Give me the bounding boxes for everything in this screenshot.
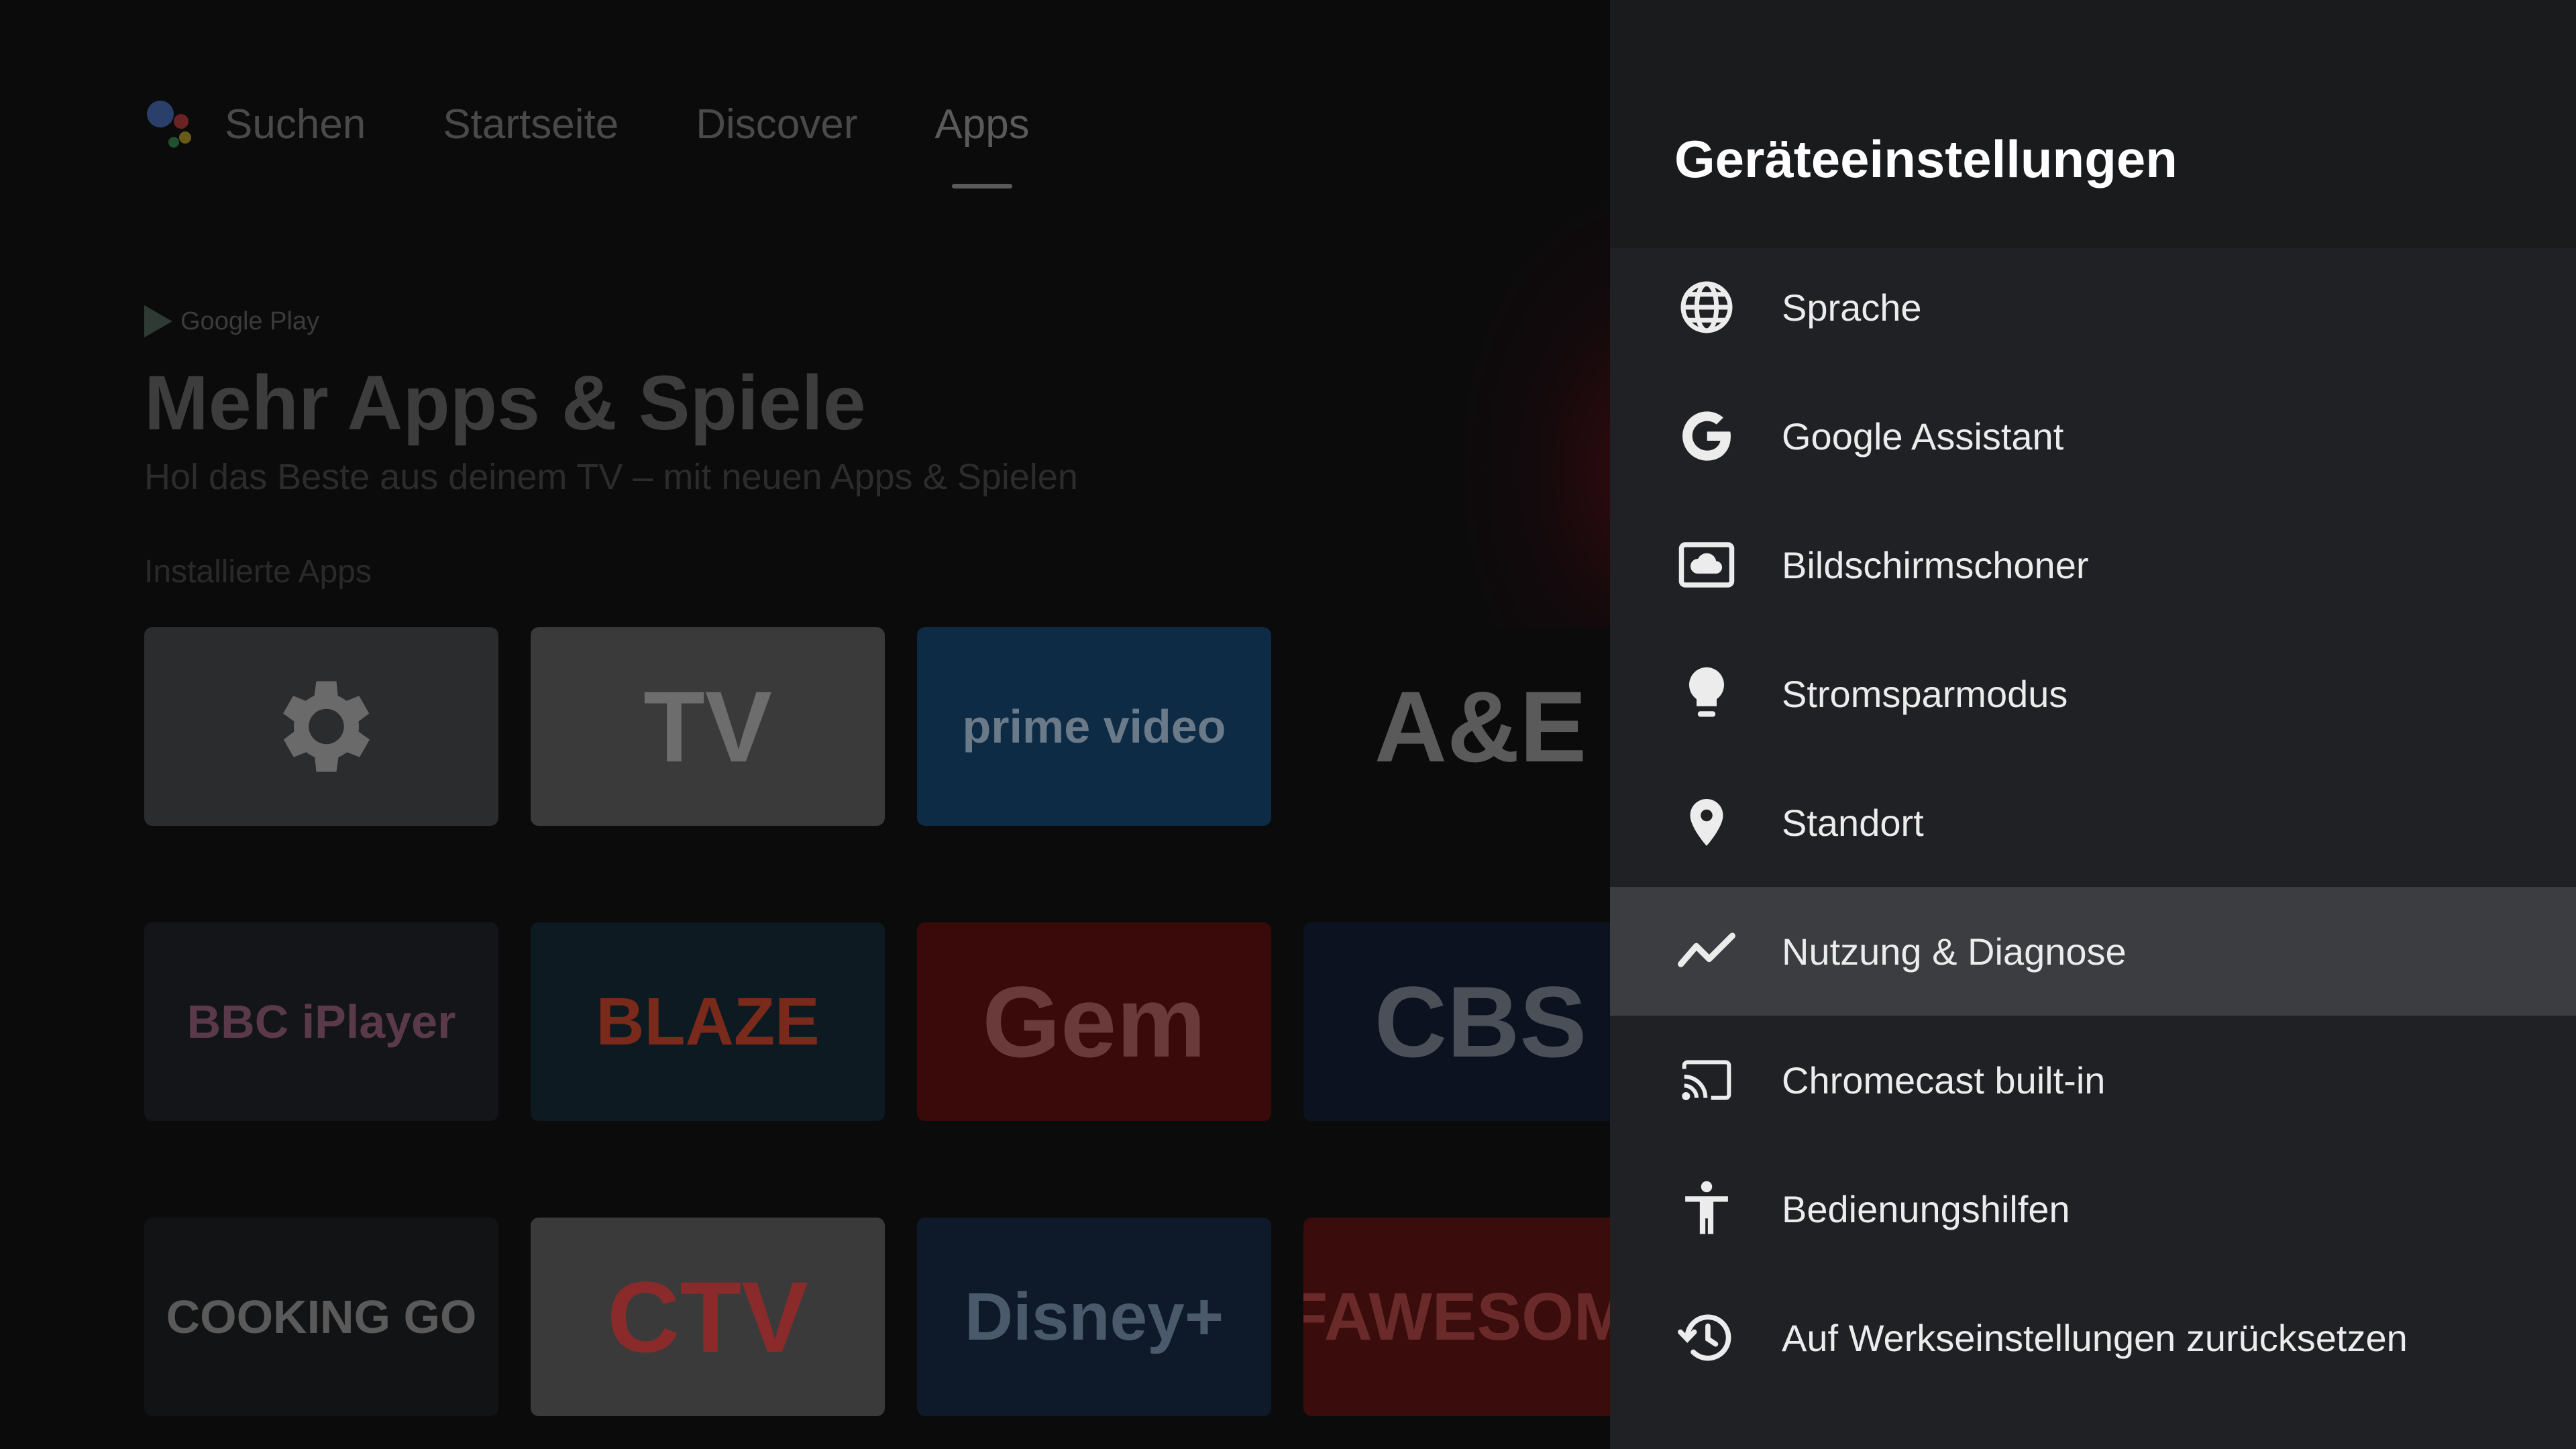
app-tile-label: COOKING GO — [166, 1291, 477, 1343]
settings-item-standort[interactable]: Standort — [1610, 758, 2576, 887]
settings-item-label: Auf Werkseinstellungen zurücksetzen — [1782, 1316, 2408, 1359]
settings-item-werkseinstellungen[interactable]: Auf Werkseinstellungen zurücksetzen — [1610, 1273, 2576, 1402]
google-play-label: Google Play — [144, 305, 319, 337]
app-tile-google-tv[interactable]: TV — [531, 627, 885, 826]
apps-headline: Mehr Apps & Spiele — [144, 360, 866, 446]
settings-list: Sprache Google Assistant Bildschirmschon… — [1610, 243, 2576, 1402]
tab-startseite[interactable]: Startseite — [443, 101, 619, 148]
app-tile-a-and-e[interactable]: A&E — [1303, 627, 1610, 826]
history-reset-icon — [1674, 1305, 1739, 1370]
tab-apps[interactable]: Apps — [934, 101, 1029, 148]
settings-item-google-assistant[interactable]: Google Assistant — [1610, 372, 2576, 500]
apps-subline: Hol das Beste aus deinem TV – mit neuen … — [144, 457, 1078, 497]
settings-item-label: Sprache — [1782, 286, 1922, 329]
settings-item-label: Bildschirmschoner — [1782, 543, 2089, 586]
settings-item-label: Stromsparmodus — [1782, 672, 2068, 715]
app-tile-fawesome[interactable]: FAWESOME — [1303, 1218, 1610, 1416]
app-tile-label: BBC iPlayer — [186, 996, 456, 1048]
globe-icon — [1674, 275, 1739, 339]
settings-item-label: Chromecast built-in — [1782, 1059, 2106, 1102]
google-assistant-icon[interactable] — [144, 94, 205, 154]
app-tile-label: A&E — [1374, 669, 1587, 783]
trending-line-icon — [1674, 919, 1739, 983]
app-tile-label: CTV — [607, 1260, 808, 1373]
installed-apps-label: Installierte Apps — [144, 554, 372, 590]
app-tile-label: FAWESOME — [1303, 1279, 1610, 1354]
settings-item-bildschirmschoner[interactable]: Bildschirmschoner — [1610, 500, 2576, 629]
location-pin-icon — [1674, 790, 1739, 855]
app-tile-gem[interactable]: Gem — [917, 922, 1271, 1121]
app-tile-label: BLAZE — [596, 983, 820, 1059]
google-g-icon — [1674, 404, 1739, 468]
app-tile-cbs[interactable]: CBS — [1303, 922, 1610, 1121]
app-tile-disney-plus[interactable]: Disney+ — [917, 1218, 1271, 1416]
screensaver-icon — [1674, 533, 1739, 597]
app-tile-label: Gem — [982, 965, 1206, 1078]
app-tile-label: CBS — [1374, 965, 1587, 1078]
app-tile-ctv[interactable]: CTV — [531, 1218, 885, 1416]
settings-item-nutzung-diagnose[interactable]: Nutzung & Diagnose — [1610, 887, 2576, 1016]
settings-item-chromecast[interactable]: Chromecast built-in — [1610, 1016, 2576, 1144]
tab-suchen[interactable]: Suchen — [225, 101, 366, 148]
top-navigation: Suchen Startseite Discover Apps — [144, 84, 1107, 164]
settings-item-label: Bedienungshilfen — [1782, 1187, 2070, 1230]
lightbulb-icon — [1674, 661, 1739, 726]
app-tile-settings[interactable] — [144, 627, 498, 826]
app-tile-label: TV — [643, 669, 772, 783]
settings-item-bedienungshilfen[interactable]: Bedienungshilfen — [1610, 1144, 2576, 1273]
app-tile-blaze[interactable]: BLAZE — [531, 922, 885, 1121]
app-tile-label: Disney+ — [964, 1279, 1224, 1354]
tab-discover[interactable]: Discover — [696, 101, 857, 148]
app-tile-bbc-iplayer[interactable]: BBC iPlayer — [144, 922, 498, 1121]
google-play-icon — [144, 305, 172, 337]
home-screen-background: Suchen Startseite Discover Apps Google P… — [0, 0, 1610, 1449]
settings-item-label: Google Assistant — [1782, 415, 2064, 458]
cast-icon — [1674, 1048, 1739, 1112]
app-tile-cooking-channel-go[interactable]: COOKING GO — [144, 1218, 498, 1416]
panel-header: Geräteeinstellungen — [1610, 0, 2576, 248]
app-tile-prime-video[interactable]: prime video — [917, 627, 1271, 826]
app-tile-label: prime video — [962, 700, 1226, 753]
accessibility-icon — [1674, 1177, 1739, 1241]
settings-item-label: Standort — [1782, 801, 1924, 844]
device-settings-panel: Geräteeinstellungen Sprache Google Assis… — [1610, 0, 2576, 1449]
settings-item-label: Nutzung & Diagnose — [1782, 930, 2127, 973]
gear-icon — [283, 681, 370, 772]
settings-item-sprache[interactable]: Sprache — [1610, 243, 2576, 372]
panel-title: Geräteeinstellungen — [1674, 129, 2178, 189]
settings-item-stromsparmodus[interactable]: Stromsparmodus — [1610, 629, 2576, 758]
